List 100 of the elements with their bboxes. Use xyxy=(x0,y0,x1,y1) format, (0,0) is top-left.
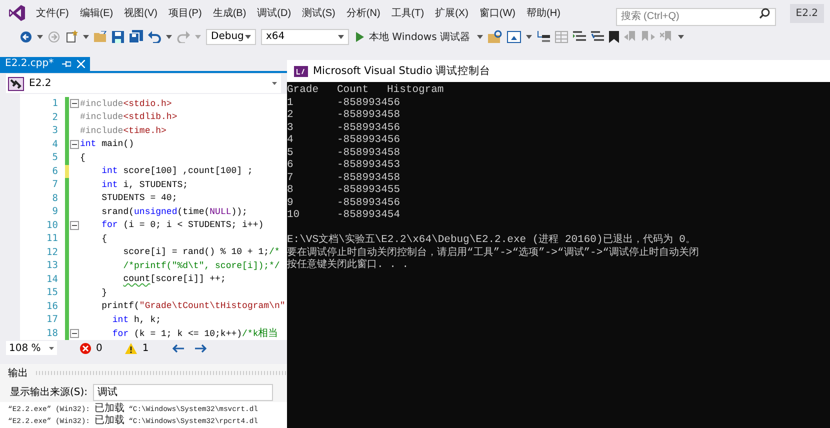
start-debugging-button[interactable]: 本地 Windows 调试器 xyxy=(354,30,472,44)
play-icon[interactable] xyxy=(356,32,364,42)
save-all-icon[interactable] xyxy=(129,30,143,44)
line-number: 12 xyxy=(46,246,58,258)
search-icon xyxy=(758,8,770,20)
column-header: Count xyxy=(337,84,370,96)
line-number: 5 xyxy=(51,152,58,164)
panel-title: 输出 xyxy=(8,366,28,380)
dropdown-caret-icon[interactable] xyxy=(678,34,684,39)
error-icon[interactable] xyxy=(80,342,91,354)
column-header: Histogram xyxy=(387,84,444,96)
code-line: { xyxy=(80,152,86,163)
code-line: printf("Grade\tCount\tHistogram\n" xyxy=(100,301,286,312)
menu-item[interactable]: 编辑(E) xyxy=(80,4,114,22)
code-line: STUDENTS = 40; xyxy=(100,193,178,204)
column-header: Grade xyxy=(287,84,320,96)
code-line: #include<time.h> xyxy=(80,126,166,136)
code-line: for (k = 1; k <= 10;k++)/*k相当 xyxy=(111,326,278,340)
console-message: E:\VS文档\实验五\E2.2\x64\Debug\E2.2.exe (进程 20160)已退出，代码为 0。 xyxy=(287,234,696,246)
app-logo-icon xyxy=(8,4,26,22)
code-line: srand(unsigned(time(NULL)); xyxy=(100,206,248,217)
configuration-dropdown[interactable]: Debug xyxy=(206,28,256,45)
back-icon[interactable] xyxy=(20,30,32,43)
dropdown-caret-icon[interactable] xyxy=(49,346,54,350)
console-message: 要在调试停止时自动关闭控制台，请启用“工具”->“选项”->“调试”->“调试停止时自动关闭 xyxy=(287,246,700,258)
arrow-left-icon[interactable] xyxy=(172,344,184,353)
output-source-dropdown[interactable]: 调试 xyxy=(92,384,273,401)
grade-value: 3 xyxy=(287,122,294,134)
collapse-icon[interactable] xyxy=(70,328,79,338)
project-icon[interactable] xyxy=(8,76,24,91)
comment-icon[interactable] xyxy=(573,31,586,42)
count-value: -858993453 xyxy=(337,159,400,172)
dropdown-caret-icon[interactable] xyxy=(245,34,251,39)
grade-value: 6 xyxy=(287,159,294,172)
console-message: 按任意键关闭此窗口. . . xyxy=(287,259,410,272)
find-in-files-icon[interactable] xyxy=(488,30,502,44)
code-line: count[score[i]] ++; xyxy=(122,274,226,284)
line-number: 18 xyxy=(46,328,58,339)
dropdown-caret-icon[interactable] xyxy=(477,34,483,39)
dropdown-caret-icon[interactable] xyxy=(338,34,344,39)
menu-item[interactable]: 测试(S) xyxy=(302,4,336,22)
warning-count[interactable]: 1 xyxy=(142,342,149,354)
window-title: Microsoft Visual Studio 调试控制台 xyxy=(313,64,491,78)
collapse-icon[interactable] xyxy=(70,99,79,108)
grade-value: 4 xyxy=(287,134,294,146)
grade-value: 9 xyxy=(287,196,294,209)
count-value: -858993458 xyxy=(337,146,400,159)
undo-icon[interactable] xyxy=(148,30,161,43)
menu-item[interactable]: 窗口(W) xyxy=(479,4,516,22)
folder-icon[interactable] xyxy=(94,31,107,42)
browser-window-icon[interactable] xyxy=(507,30,521,43)
code-line: for (i = 0; i < STUDENTS; i++) xyxy=(100,220,264,230)
menu-item[interactable]: 分析(N) xyxy=(346,4,380,22)
collapse-icon[interactable] xyxy=(70,140,79,149)
code-line: int score[100] ,count[100] ; xyxy=(100,166,253,176)
line-number: 8 xyxy=(51,192,58,204)
platform-dropdown[interactable]: x64 xyxy=(261,28,349,45)
scope-dropdown[interactable]: E2.2 xyxy=(6,74,281,94)
zoom-dropdown[interactable]: 108 % xyxy=(6,341,57,356)
code-line: /*printf("%d\t", score[i]);*/ xyxy=(122,260,280,271)
menu-item[interactable]: 项目(P) xyxy=(168,4,202,22)
uncomment-icon[interactable] xyxy=(591,31,604,42)
dropdown-caret-icon[interactable] xyxy=(166,34,172,39)
bookmark-icon[interactable] xyxy=(609,30,619,43)
menu-item[interactable]: 扩展(X) xyxy=(435,4,468,22)
menu-item[interactable]: 文件(F) xyxy=(36,4,69,22)
menu-item[interactable]: 生成(B) xyxy=(212,4,246,22)
count-value: -858993456 xyxy=(337,134,400,146)
dropdown-caret-icon[interactable] xyxy=(526,34,532,39)
code-line: int main() xyxy=(80,139,134,150)
count-value: -858993455 xyxy=(337,184,400,196)
menu-item[interactable]: 帮助(H) xyxy=(526,4,560,22)
dropdown-caret-icon[interactable] xyxy=(37,34,43,39)
line-number: 10 xyxy=(46,220,58,231)
menu-item[interactable]: 调试(D) xyxy=(257,4,292,22)
count-value: -858993456 xyxy=(337,96,400,109)
save-icon[interactable] xyxy=(112,30,124,43)
code-line: score[i] = rand() % 10 + 1;/* xyxy=(122,247,280,258)
count-value: -858993454 xyxy=(337,209,400,222)
line-number: 14 xyxy=(46,274,58,285)
pin-icon[interactable] xyxy=(62,60,71,68)
close-icon[interactable] xyxy=(76,60,85,68)
menu-item[interactable]: 工具(T) xyxy=(391,4,424,22)
count-value: -858993458 xyxy=(337,109,400,122)
code-line: int i, STUDENTS; xyxy=(100,180,188,190)
grade-value: 8 xyxy=(287,184,294,196)
new-item-icon[interactable] xyxy=(65,30,78,44)
dropdown-caret-icon[interactable] xyxy=(83,34,89,39)
dropdown-caret-icon[interactable] xyxy=(272,82,277,86)
line-number: 1 xyxy=(51,98,58,110)
line-number: 2 xyxy=(51,112,58,123)
warning-icon[interactable] xyxy=(125,342,138,354)
error-count[interactable]: 0 xyxy=(96,342,102,354)
code-line: #include<stdio.h> xyxy=(80,98,172,109)
collapse-icon[interactable] xyxy=(70,220,79,230)
menu-item[interactable]: 视图(V) xyxy=(124,4,158,22)
grade-value: 5 xyxy=(287,146,294,159)
arrow-right-icon[interactable] xyxy=(194,344,207,353)
document-tab[interactable]: E2.2.cpp* xyxy=(0,56,90,72)
search-field[interactable]: 搜索 (Ctrl+Q) xyxy=(616,8,776,26)
